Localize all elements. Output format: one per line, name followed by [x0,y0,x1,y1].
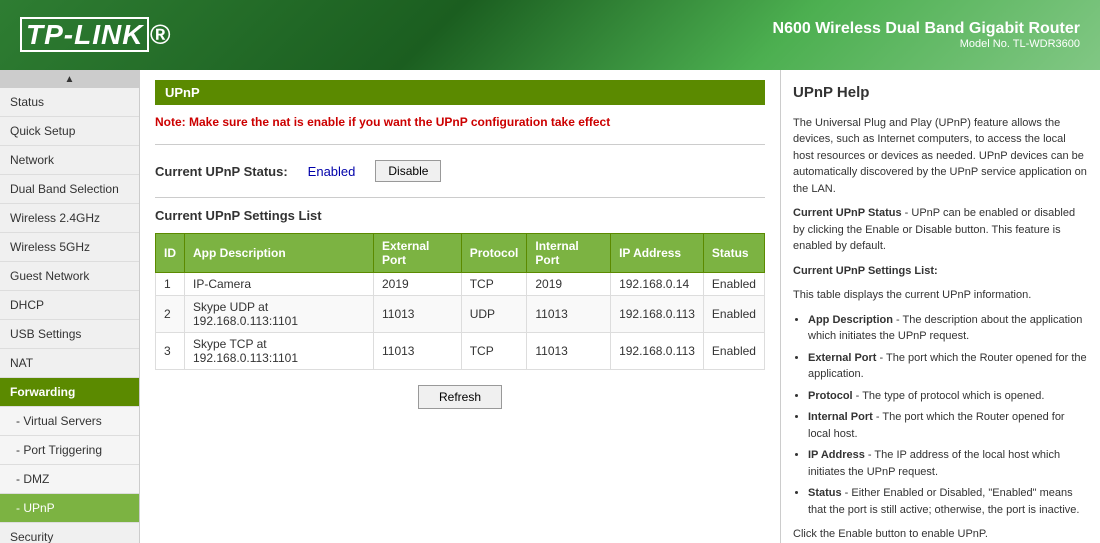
sidebar-item-dmz[interactable]: - DMZ [0,465,139,494]
sidebar-item-guest-network[interactable]: Guest Network [0,262,139,291]
logo: TP-LINK® [20,19,171,51]
sidebar-item-dhcp[interactable]: DHCP [0,291,139,320]
help-settings-text: This table displays the current UPnP inf… [793,287,1088,304]
sidebar: ▲ StatusQuick SetupNetworkDual Band Sele… [0,70,140,543]
table-header-external-port: External Port [374,234,462,273]
sidebar-item-wireless24[interactable]: Wireless 2.4GHz [0,204,139,233]
table-cell: 3 [156,333,185,370]
sidebar-item-forwarding[interactable]: Forwarding [0,378,139,407]
table-cell: 11013 [527,333,611,370]
table-cell: Enabled [703,273,764,296]
upnp-table: IDApp DescriptionExternal PortProtocolIn… [155,233,765,370]
table-cell: TCP [461,333,527,370]
table-cell: 2 [156,296,185,333]
divider-2 [155,197,765,198]
refresh-button[interactable]: Refresh [418,385,502,409]
table-cell: Skype UDP at 192.168.0.113:1101 [185,296,374,333]
help-panel: UPnP Help The Universal Plug and Play (U… [780,70,1100,543]
table-cell: 1 [156,273,185,296]
table-row: 2Skype UDP at 192.168.0.113:110111013UDP… [156,296,765,333]
table-cell: 11013 [527,296,611,333]
sidebar-item-virtual-servers[interactable]: - Virtual Servers [0,407,139,436]
help-settings-label: Current UPnP Settings List: [793,263,1088,280]
status-value: Enabled [308,164,356,179]
table-cell: Skype TCP at 192.168.0.113:1101 [185,333,374,370]
table-header-app-description: App Description [185,234,374,273]
note-prefix: Note: Make sure the nat is [155,115,304,129]
table-body: 1IP-Camera2019TCP2019192.168.0.14Enabled… [156,273,765,370]
sidebar-item-usb-settings[interactable]: USB Settings [0,320,139,349]
help-list-item: External Port - The port which the Route… [808,350,1088,383]
settings-list-title: Current UPnP Settings List [155,208,765,223]
sidebar-item-security[interactable]: Security [0,523,139,543]
table-header: IDApp DescriptionExternal PortProtocolIn… [156,234,765,273]
sidebar-item-upnp[interactable]: - UPnP [0,494,139,523]
help-list-item: App Description - The description about … [808,312,1088,345]
table-cell: 192.168.0.14 [611,273,704,296]
status-row: Current UPnP Status: Enabled Disable [155,160,765,182]
table-cell: 192.168.0.113 [611,296,704,333]
table-cell: UDP [461,296,527,333]
help-list-item: Status - Either Enabled or Disabled, "En… [808,485,1088,518]
content-wrapper: UPnP Note: Make sure the nat is enable i… [155,80,765,409]
table-cell: IP-Camera [185,273,374,296]
help-click-enable: Click the Enable button to enable UPnP. [793,526,1088,543]
table-header-row: IDApp DescriptionExternal PortProtocolIn… [156,234,765,273]
table-cell: 2019 [527,273,611,296]
table-cell: Enabled [703,333,764,370]
table-header-internal-port: Internal Port [527,234,611,273]
router-info: N600 Wireless Dual Band Gigabit Router M… [773,20,1080,50]
help-intro: The Universal Plug and Play (UPnP) featu… [793,115,1088,198]
help-status: Current UPnP Status - UPnP can be enable… [793,205,1088,255]
sidebar-item-port-triggering[interactable]: - Port Triggering [0,436,139,465]
status-label: Current UPnP Status: [155,164,288,179]
sidebar-item-quick-setup[interactable]: Quick Setup [0,117,139,146]
header: TP-LINK® N600 Wireless Dual Band Gigabit… [0,0,1100,70]
sidebar-item-nat[interactable]: NAT [0,349,139,378]
table-cell: Enabled [703,296,764,333]
router-model: Model No. TL-WDR3600 [773,38,1080,50]
table-header-status: Status [703,234,764,273]
help-title: UPnP Help [793,82,1088,105]
help-status-label: Current UPnP Status [793,207,902,219]
sidebar-item-dual-band[interactable]: Dual Band Selection [0,175,139,204]
table-cell: 2019 [374,273,462,296]
divider-1 [155,144,765,145]
table-header-protocol: Protocol [461,234,527,273]
note-highlight: enable [307,115,345,129]
table-header-id: ID [156,234,185,273]
note-text: Note: Make sure the nat is enable if you… [155,115,765,129]
help-list-item: Protocol - The type of protocol which is… [808,388,1088,405]
sidebar-items: StatusQuick SetupNetworkDual Band Select… [0,88,139,543]
section-title: UPnP [155,80,765,105]
table-cell: 11013 [374,333,462,370]
note-suffix: if you want the UPnP configuration take … [348,115,610,129]
table-row: 3Skype TCP at 192.168.0.113:110111013TCP… [156,333,765,370]
content-area: UPnP Note: Make sure the nat is enable i… [140,70,780,543]
help-list-item: IP Address - The IP address of the local… [808,447,1088,480]
help-list: App Description - The description about … [808,312,1088,519]
table-cell: TCP [461,273,527,296]
help-settings-list-label: Current UPnP Settings List: [793,265,938,277]
sidebar-scroll-up[interactable]: ▲ [0,70,139,88]
table-row: 1IP-Camera2019TCP2019192.168.0.14Enabled [156,273,765,296]
table-header-ip-address: IP Address [611,234,704,273]
sidebar-item-wireless5[interactable]: Wireless 5GHz [0,233,139,262]
disable-button[interactable]: Disable [375,160,441,182]
sidebar-item-status[interactable]: Status [0,88,139,117]
logo-text: TP-LINK [20,17,149,52]
sidebar-item-network[interactable]: Network [0,146,139,175]
router-name: N600 Wireless Dual Band Gigabit Router [773,20,1080,38]
help-list-item: Internal Port - The port which the Route… [808,409,1088,442]
table-cell: 11013 [374,296,462,333]
main-layout: ▲ StatusQuick SetupNetworkDual Band Sele… [0,70,1100,543]
table-cell: 192.168.0.113 [611,333,704,370]
